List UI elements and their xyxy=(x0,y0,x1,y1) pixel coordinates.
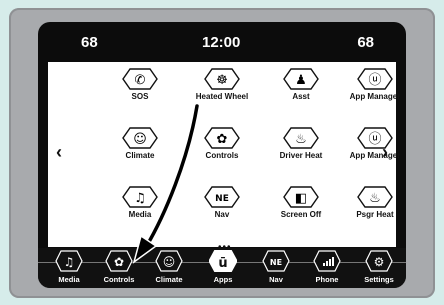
steering-wheel-icon: ☸ xyxy=(204,68,240,90)
app-tile-label: Nav xyxy=(214,210,230,219)
music-note-icon: ♫ xyxy=(122,186,158,208)
svg-text:◧: ◧ xyxy=(295,191,307,206)
dock-label: Settings xyxy=(364,275,394,284)
app-tile-label: Controls xyxy=(205,151,239,160)
svg-text:ⓤ: ⓤ xyxy=(368,73,381,88)
seat-heat-icon: ♨ xyxy=(283,127,319,149)
app-tile-label: Driver Heat xyxy=(279,151,323,160)
left-temperature[interactable]: 68 xyxy=(81,34,98,51)
app-tile-label: Climate xyxy=(125,151,155,160)
dock-label: Media xyxy=(58,275,80,284)
app-tile-label: Heated Wheel xyxy=(195,92,249,101)
status-bar: 68 12:00 68 xyxy=(38,22,406,62)
controls-icon: ✿ xyxy=(105,250,133,272)
svg-text:✿: ✿ xyxy=(217,132,228,147)
svg-text:ⓤ: ⓤ xyxy=(368,132,381,147)
dock-media[interactable]: ♫ Media xyxy=(46,248,92,288)
dock-nav[interactable]: NE Nav xyxy=(253,248,299,288)
climate-icon: ☺ xyxy=(155,250,183,272)
app-tile-label: App Manager xyxy=(349,151,401,160)
apps-panel: ‹ › ✆ SOS ☸ Heated Wheel ♟ Asst ⓤ App Ma… xyxy=(48,62,400,253)
app-tile-driver-heat[interactable]: ♨ Driver Heat xyxy=(261,127,341,179)
dock-label: Nav xyxy=(269,275,283,284)
app-tile-screen-off[interactable]: ◧ Screen Off xyxy=(261,186,341,238)
dock-climate[interactable]: ☺ Climate xyxy=(146,248,192,288)
dock-label: Phone xyxy=(315,275,339,284)
svg-text:✿: ✿ xyxy=(114,255,124,269)
svg-text:✆: ✆ xyxy=(135,73,146,88)
gear-icon: ⚙ xyxy=(365,250,393,272)
app-tile-heated-wheel[interactable]: ☸ Heated Wheel xyxy=(182,68,262,120)
dock-phone[interactable]: Phone xyxy=(304,248,350,288)
app-tile-climate[interactable]: ☺ Climate xyxy=(100,127,180,179)
dock-controls[interactable]: ✿ Controls xyxy=(96,248,142,288)
app-tile-sos[interactable]: ✆ SOS xyxy=(100,68,180,120)
music-note-icon: ♫ xyxy=(55,250,83,272)
infotainment-screen: 68 12:00 68 ‹ › ✆ SOS ☸ Heated Wheel ♟ A… xyxy=(38,22,406,288)
svg-text:♟: ♟ xyxy=(295,73,307,88)
app-tile-nav[interactable]: NE Nav xyxy=(182,186,262,238)
app-manager-icon: ⓤ xyxy=(357,68,393,90)
phone-icon: ✆ xyxy=(122,68,158,90)
app-tile-app-manager[interactable]: ⓤ App Manager xyxy=(335,68,406,120)
bottom-dock: ♫ Media ✿ Controls ☺ Climate ū Apps NE N… xyxy=(38,248,406,288)
dock-apps[interactable]: ū Apps xyxy=(200,248,246,288)
app-tile-controls[interactable]: ✿ Controls xyxy=(182,127,262,179)
svg-text:NE: NE xyxy=(270,258,282,267)
app-tile-label: Asst xyxy=(292,92,310,101)
climate-icon: ☺ xyxy=(122,127,158,149)
assist-person-icon: ♟ xyxy=(283,68,319,90)
apps-u-icon: ū xyxy=(209,250,237,272)
app-tile-media[interactable]: ♫ Media xyxy=(100,186,180,238)
dock-label: Controls xyxy=(103,275,135,284)
app-tile-label: App Manager xyxy=(349,92,401,101)
compass-icon: NE xyxy=(204,186,240,208)
compass-icon: NE xyxy=(262,250,290,272)
svg-text:☺: ☺ xyxy=(133,132,147,147)
svg-text:♫: ♫ xyxy=(134,191,146,206)
svg-text:♨: ♨ xyxy=(295,132,307,147)
app-tile-asst[interactable]: ♟ Asst xyxy=(261,68,341,120)
app-tile-label: Psgr Heat xyxy=(356,210,394,219)
app-tile-label: Screen Off xyxy=(280,210,322,219)
app-tile-label: SOS xyxy=(131,92,149,101)
app-tile-psgr-heat[interactable]: ♨ Psgr Heat xyxy=(335,186,406,238)
app-tile-app-manager-2[interactable]: ⓤ App Manager xyxy=(335,127,406,179)
svg-text:♨: ♨ xyxy=(369,191,381,206)
dock-label: Apps xyxy=(213,275,233,284)
svg-text:NE: NE xyxy=(215,194,229,204)
svg-text:⚙: ⚙ xyxy=(374,255,385,269)
svg-text:☸: ☸ xyxy=(216,73,228,88)
svg-text:♫: ♫ xyxy=(64,255,75,269)
right-temperature[interactable]: 68 xyxy=(357,34,374,51)
seat-heat-icon: ♨ xyxy=(357,186,393,208)
app-manager-icon: ⓤ xyxy=(357,127,393,149)
phone-signal-icon xyxy=(313,250,341,272)
controls-icon: ✿ xyxy=(204,127,240,149)
dock-label: Climate xyxy=(155,275,183,284)
svg-text:ū: ū xyxy=(218,256,227,271)
dock-settings[interactable]: ⚙ Settings xyxy=(356,248,402,288)
screen-off-icon: ◧ xyxy=(283,186,319,208)
clock: 12:00 xyxy=(202,34,241,51)
svg-text:☺: ☺ xyxy=(163,255,176,269)
previous-page-arrow[interactable]: ‹ xyxy=(56,142,62,163)
app-tile-label: Media xyxy=(128,210,152,219)
